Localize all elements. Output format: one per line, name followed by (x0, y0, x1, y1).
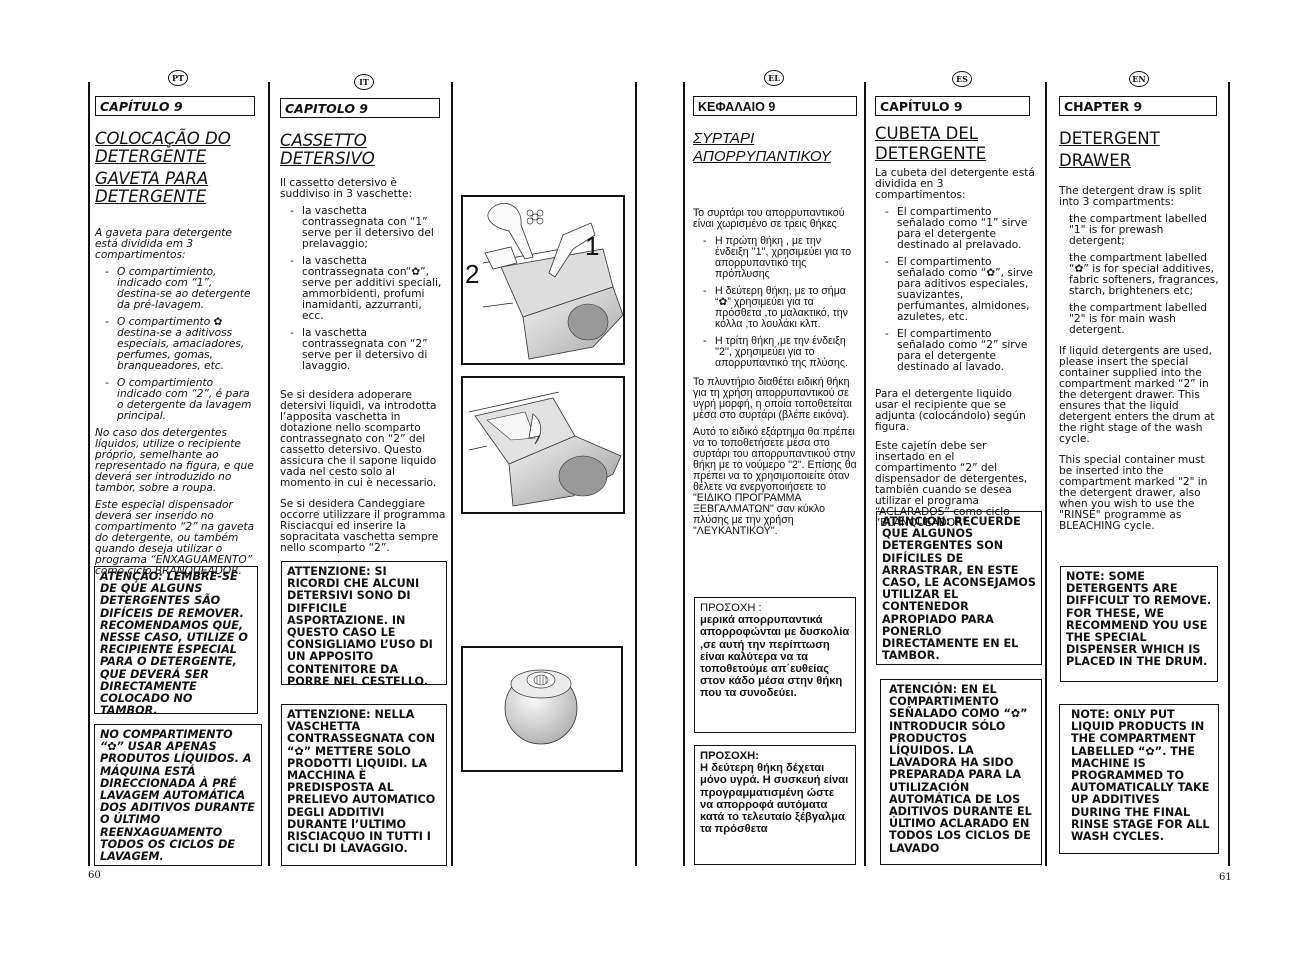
compartment-list: El compartimento señalado como “1” sirve… (875, 207, 1037, 373)
column-divider (451, 82, 453, 866)
column-divider (635, 82, 637, 866)
intro-text: The detergent draw is split into 3 compa… (1059, 185, 1202, 208)
section-title: COLOCAÇÃO DO DETERGENTE GAVETA PARA DETE… (95, 130, 255, 206)
intro-text: Il cassetto detersivo è suddiviso in 3 v… (280, 177, 413, 200)
intro-text: La cubeta del detergente está dividida e… (875, 167, 1035, 201)
figure-label-1: 1 (585, 231, 600, 261)
chapter-heading: CAPÍTULO 9 (875, 96, 1030, 116)
column-es: CAPÍTULO 9 CUBETA DEL DETERGENTE La cube… (875, 96, 1037, 529)
list-item: la vaschetta contrassegnata con “2” serv… (280, 328, 446, 372)
list-item: Η τρίτη θήκη ,με την ένδειξη ''2'', χρησ… (693, 336, 857, 369)
section-title-line: GAVETA PARA DETERGENTE (95, 169, 209, 206)
figure-label-2: 2 (465, 259, 480, 289)
column-pt: CAPÍTULO 9 COLOCAÇÃO DO DETERGENTE GAVET… (95, 96, 255, 577)
figure-dosing-ball (461, 646, 623, 772)
column-en: CHAPTER 9 DETERGENT DRAWER The detergent… (1059, 96, 1221, 532)
body-paragraph: Αυτό το ειδικό εξάρτημα θα πρέπει να το … (693, 426, 857, 537)
language-badge-pt: PT (168, 70, 188, 86)
language-badge-el: EL (764, 70, 784, 86)
list-item: O compartimiento, indicado com “1”, dest… (95, 267, 255, 311)
compartment-list: the compartment labelled "1" is for prew… (1059, 214, 1221, 336)
body-paragraph: No caso dos detergentes líquidos, utiliz… (95, 427, 254, 494)
list-item: El compartimento señalado como “2” sirve… (875, 329, 1037, 373)
warning-box: ATENÇÃO: LEMBRE-SE DE QUE ALGUNS DETERGE… (94, 566, 258, 717)
liquid-container-illustration (468, 391, 622, 507)
list-item: El compartimento señalado como “1” sirve… (875, 207, 1037, 251)
list-item: O compartimiento indicado com “2”, é par… (95, 378, 255, 422)
list-item: El compartimento señalado como “✿”, sirv… (875, 257, 1037, 323)
chapter-heading: CHAPTER 9 (1059, 96, 1217, 116)
chapter-heading: CAPÍTULO 9 (95, 96, 255, 116)
intro-text: Το συρτάρι του απορρυπαντικού είναι χωρι… (693, 207, 845, 230)
column-el: ΚΕΦΑΛΑΙΟ 9 ΣΥΡΤΑΡΙ ΑΠΟΡΡΥΠΑΝΤΙΚΟΥ Το συρ… (693, 96, 857, 537)
dosing-ball-illustration (504, 669, 578, 745)
body-paragraph: Se si desidera Candeggiare occorre utili… (280, 498, 446, 554)
body-paragraph: Το πλυντήριο διαθέτει ειδική θήκη για τη… (693, 376, 852, 421)
page-number-left: 60 (88, 870, 101, 881)
compartment-list: la vaschetta contrassegnata con “1” serv… (280, 206, 446, 372)
figure-liquid-container (461, 376, 625, 514)
section-title: CUBETA DEL DETERGENTE (875, 124, 987, 163)
language-badge-it: IT (354, 74, 374, 90)
language-badge-es: ES (952, 71, 972, 87)
drawer-illustration (482, 203, 624, 360)
chapter-heading: ΚΕΦΑΛΑΙΟ 9 (693, 96, 857, 116)
compartment-list: O compartimiento, indicado com “1”, dest… (95, 267, 255, 422)
warning-box: NOTE: ONLY PUT LIQUID PRODUCTS IN THE CO… (1059, 704, 1219, 854)
warning-box-text: μερικά απορρυπαντικά απορροφώνται με δυσ… (700, 614, 850, 700)
warning-box: ATTENZIONE: NELLA VASCHETTA CONTRASSEGNA… (281, 704, 447, 866)
figure-detergent-drawer: 1 2 (461, 195, 625, 365)
body-paragraph: Se si desidera adoperare detersivi liqui… (280, 389, 437, 489)
list-item: the compartment labelled "1" is for prew… (1059, 214, 1221, 247)
warning-box: ΠΡΟΣΟΧΗ : μερικά απορρυπαντικά απορροφών… (694, 597, 856, 733)
column-divider (683, 82, 685, 866)
list-item: the compartment labelled “✿” is for spec… (1059, 253, 1221, 297)
warning-box: ATENCIÓN: RECUERDE QUE ALGUNOS DETERGENT… (876, 511, 1042, 665)
section-title: DETERGENT DRAWER (1059, 129, 1160, 170)
list-item: O compartimento ✿ destina-se a aditivoss… (95, 317, 255, 372)
warning-box: ATTENZIONE: SI RICORDI CHE ALCUNI DETERS… (281, 561, 447, 687)
section-title: CASSETTO DETERSIVO (280, 131, 375, 168)
section-title-line: COLOCAÇÃO DO DETERGENTE (95, 129, 231, 166)
chapter-heading: CAPITOLO 9 (280, 98, 440, 118)
list-item: the compartment labelled "2" is for main… (1059, 303, 1221, 336)
warning-box: NOTE: SOME DETERGENTS ARE DIFFICULT TO R… (1060, 566, 1218, 682)
warning-box-heading: ΠΡΟΣΟΧΗ : (700, 602, 762, 614)
list-item: Η πρώτη θήκη , με την ένδειξη ''1'', χρη… (693, 236, 857, 280)
list-item: Η δεύτερη θήκη, με το σήμα “✿” χρησιμεύε… (693, 286, 857, 330)
page-number-right: 61 (1219, 872, 1232, 883)
compartment-list: Η πρώτη θήκη , με την ένδειξη ''1'', χρη… (693, 236, 857, 369)
body-paragraph: If liquid detergents are used, please in… (1059, 345, 1215, 445)
warning-box: ATENCIÓN: EN EL COMPARTIMENTO SEÑALADO C… (880, 679, 1042, 865)
language-badge-en: EN (1129, 71, 1149, 87)
list-item: la vaschetta contrassegnata con “1” serv… (280, 206, 446, 250)
column-it: CAPITOLO 9 CASSETTO DETERSIVO Il cassett… (280, 98, 446, 554)
column-divider (88, 82, 90, 866)
body-paragraph: Para el detergente liquido usar el recip… (875, 388, 1026, 433)
warning-box: ΠΡΟΣΟΧΗ: Η δεύτερη θήκη δέχεται μόνο υγρ… (694, 745, 856, 865)
body-paragraph: This special container must be inserted … (1059, 454, 1208, 532)
column-divider (1045, 82, 1047, 866)
section-title: ΣΥΡΤΑΡΙ ΑΠΟΡΡΥΠΑΝΤΙΚΟΥ (693, 130, 831, 165)
column-divider (864, 82, 866, 866)
warning-box-text: Η δεύτερη θήκη δέχεται μόνο υγρά. Η συσκ… (700, 762, 849, 836)
column-divider (268, 82, 270, 866)
warning-box: NO COMPARTIMENTO “✿” USAR APENAS PRODUTO… (94, 724, 262, 866)
list-item: la vaschetta contrassegnata con“✿”, serv… (280, 256, 446, 322)
intro-text: A gaveta para detergente está dividida e… (95, 227, 232, 261)
warning-box-heading: ΠΡΟΣΟΧΗ: (700, 750, 759, 762)
column-divider (1228, 82, 1230, 866)
